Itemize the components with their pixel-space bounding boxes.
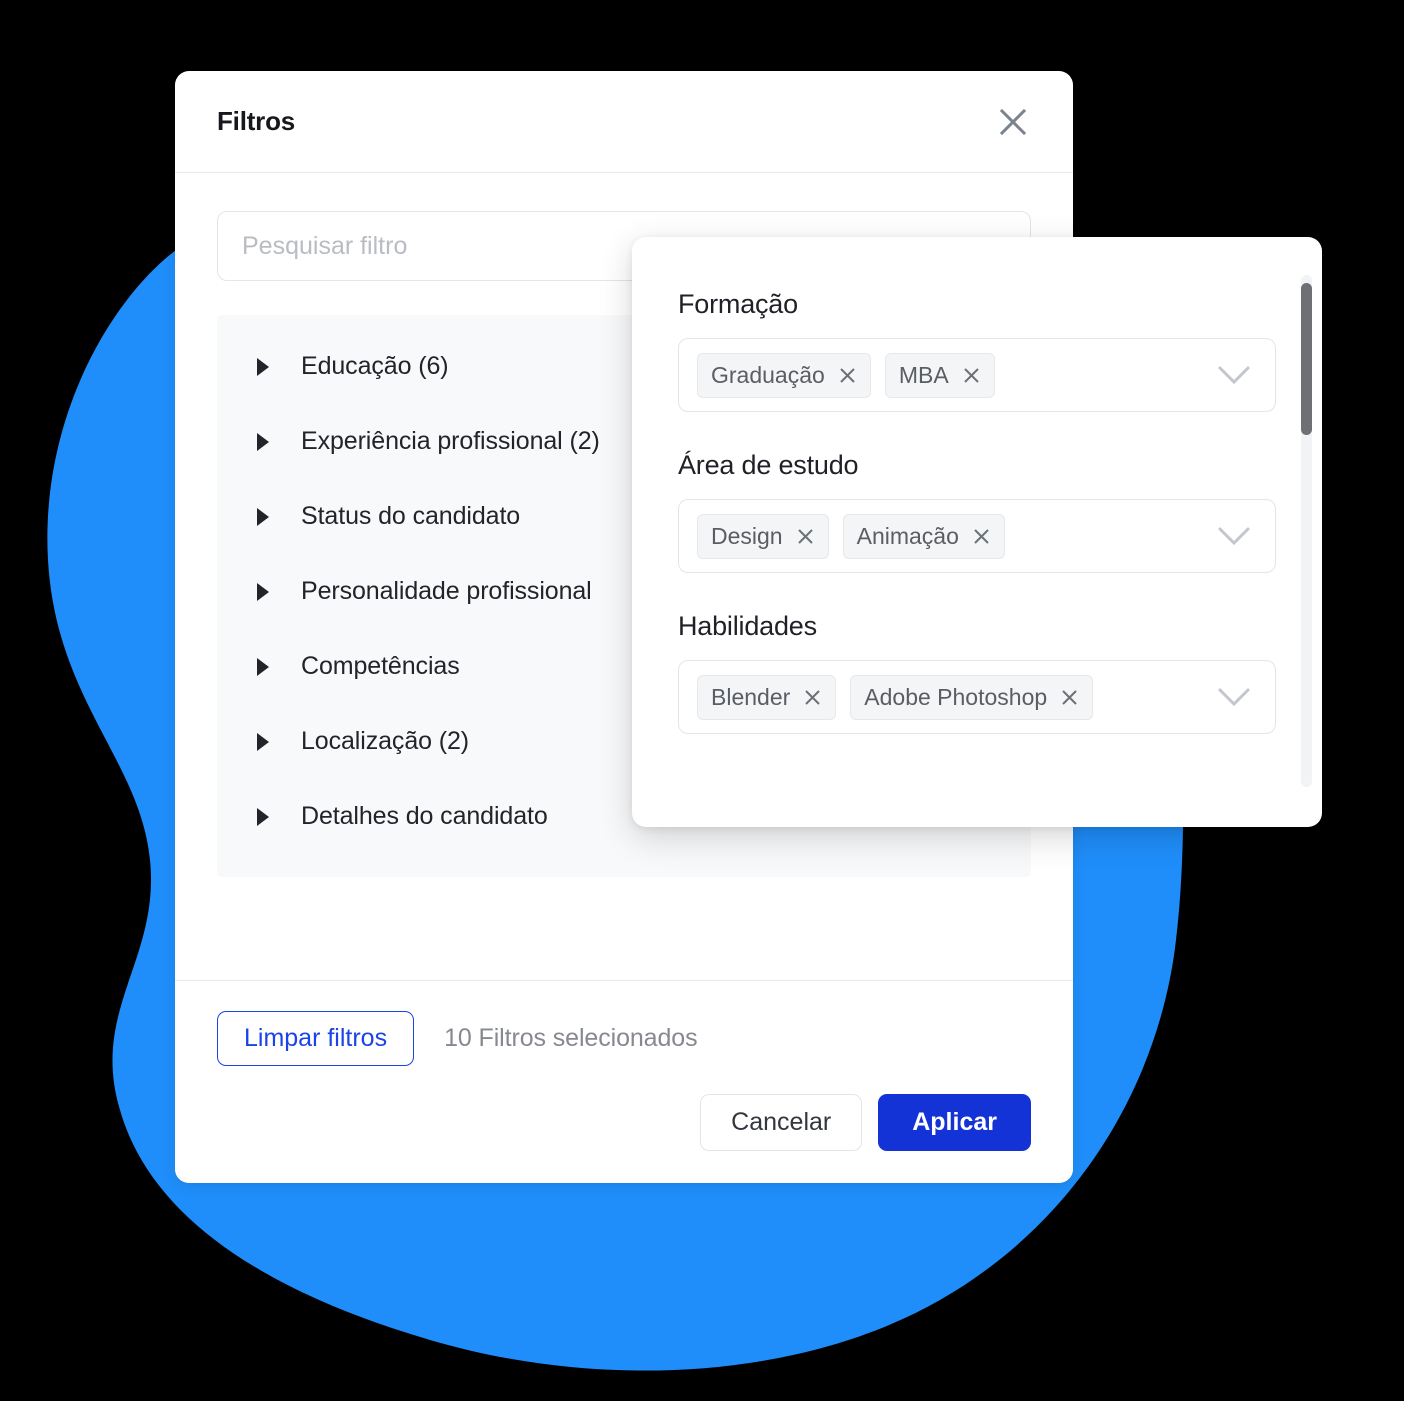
filter-group-label: Personalidade profissional	[301, 577, 592, 605]
footer-action-row: Cancelar Aplicar	[217, 1094, 1031, 1151]
caret-right-icon	[255, 657, 271, 677]
apply-button[interactable]: Aplicar	[878, 1094, 1031, 1151]
filter-detail-panel: Formação Graduação MBA Área de estudo De…	[632, 237, 1322, 827]
chevron-down-icon[interactable]	[1217, 525, 1251, 547]
chip[interactable]: Animação	[842, 513, 1005, 559]
chip-list: Graduação MBA	[697, 352, 995, 398]
chip-label: Design	[711, 522, 783, 549]
filter-group-label: Competências	[301, 652, 460, 680]
filter-group-label: Experiência profissional (2)	[301, 427, 600, 455]
filter-group-label: Educação (6)	[301, 352, 449, 380]
caret-right-icon	[255, 582, 271, 602]
modal-header: Filtros	[175, 71, 1073, 173]
field-label: Formação	[678, 289, 798, 319]
chip-list: Blender Adobe Photoshop	[697, 674, 1094, 720]
chip-label: Blender	[711, 683, 791, 710]
chip-label: Adobe Photoshop	[864, 683, 1048, 710]
filter-group-label: Status do candidato	[301, 502, 521, 530]
footer-status-row: Limpar filtros 10 Filtros selecionados	[217, 1011, 1031, 1066]
caret-right-icon	[255, 732, 271, 752]
chevron-down-icon[interactable]	[1217, 686, 1251, 708]
page-title: Filtros	[217, 106, 296, 136]
chevron-down-icon[interactable]	[1217, 364, 1251, 386]
filter-group-label: Detalhes do candidato	[301, 802, 548, 830]
clear-filters-button[interactable]: Limpar filtros	[217, 1011, 415, 1066]
field-group-formacao: Formação Graduação MBA	[678, 289, 1276, 412]
modal-footer: Limpar filtros 10 Filtros selecionados C…	[175, 980, 1073, 1183]
selected-filters-count: 10 Filtros selecionados	[444, 1024, 698, 1052]
chip[interactable]: Adobe Photoshop	[850, 674, 1094, 720]
chip[interactable]: Graduação	[697, 352, 871, 398]
field-label: Habilidades	[678, 611, 817, 641]
cancel-button[interactable]: Cancelar	[700, 1094, 863, 1151]
field-group-area-de-estudo: Área de estudo Design Animação	[678, 450, 1276, 573]
chip-label: Graduação	[711, 361, 825, 388]
chip-remove-icon[interactable]	[803, 688, 822, 707]
chip-list: Design Animação	[697, 513, 1005, 559]
filter-detail-content: Formação Graduação MBA Área de estudo De…	[632, 237, 1322, 734]
caret-right-icon	[255, 357, 271, 377]
close-x-icon	[997, 106, 1029, 138]
caret-right-icon	[255, 807, 271, 827]
close-button[interactable]	[993, 102, 1033, 142]
chip-remove-icon[interactable]	[796, 527, 815, 546]
caret-right-icon	[255, 432, 271, 452]
chip-label: MBA	[898, 361, 949, 388]
chip-remove-icon[interactable]	[962, 366, 981, 385]
chip[interactable]: MBA	[884, 352, 995, 398]
panel-scrollbar-thumb[interactable]	[1301, 283, 1312, 435]
panel-scrollbar-track[interactable]	[1301, 275, 1312, 787]
field-label: Área de estudo	[678, 450, 859, 480]
chip[interactable]: Design	[697, 513, 829, 559]
chip-remove-icon[interactable]	[1060, 688, 1079, 707]
chip[interactable]: Blender	[697, 674, 837, 720]
caret-right-icon	[255, 507, 271, 527]
chip-remove-icon[interactable]	[838, 366, 857, 385]
multiselect-formacao[interactable]: Graduação MBA	[678, 338, 1276, 412]
multiselect-area-de-estudo[interactable]: Design Animação	[678, 499, 1276, 573]
multiselect-habilidades[interactable]: Blender Adobe Photoshop	[678, 660, 1276, 734]
filter-group-label: Localização (2)	[301, 727, 470, 755]
chip-label: Animação	[856, 522, 959, 549]
field-group-habilidades: Habilidades Blender Adobe Photoshop	[678, 611, 1276, 734]
chip-remove-icon[interactable]	[972, 527, 991, 546]
